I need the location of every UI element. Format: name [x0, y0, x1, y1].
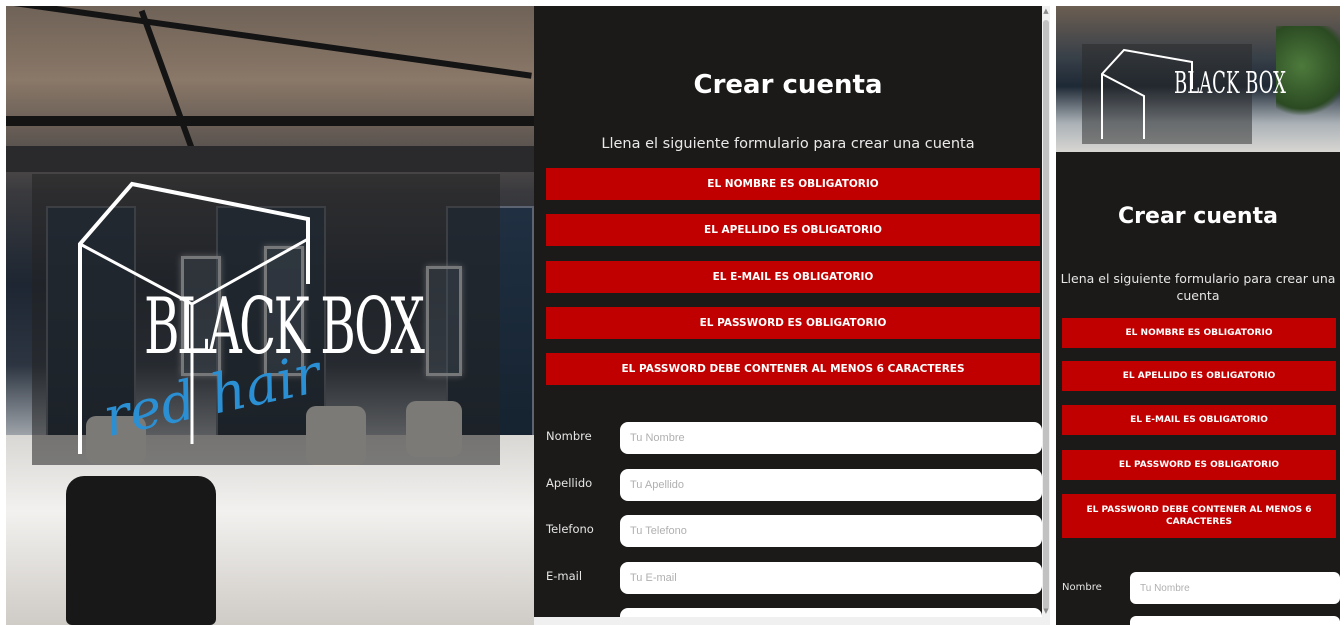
vertical-scrollbar[interactable]: ▲ ▼: [1042, 6, 1050, 625]
error-alert: EL PASSWORD DEBE CONTENER AL MENOS 6 CAR…: [546, 353, 1040, 385]
mobile-nombre-row: Nombre: [1062, 572, 1340, 604]
mobile-hero-image: BLACK BOX: [1056, 6, 1340, 152]
mobile-view: BLACK BOX Crear cuenta Llena el siguient…: [1056, 6, 1340, 625]
nombre-row: Nombre: [546, 422, 1042, 454]
email-label: E-mail: [546, 569, 583, 583]
mobile-error-alert: EL NOMBRE ES OBLIGATORIO: [1062, 318, 1336, 348]
page-title: Crear cuenta: [693, 70, 883, 100]
nombre-input[interactable]: [620, 422, 1042, 454]
mobile-apellido-input[interactable]: [1130, 616, 1340, 625]
error-alert: EL PASSWORD ES OBLIGATORIO: [546, 307, 1040, 339]
telefono-input[interactable]: [620, 515, 1042, 547]
mobile-error-alert: EL APELLIDO ES OBLIGATORIO: [1062, 361, 1336, 391]
barber-chair: [66, 476, 216, 625]
telefono-row: Telefono: [546, 515, 1042, 547]
nombre-label: Nombre: [546, 429, 592, 443]
email-row: E-mail: [546, 562, 1042, 594]
form-subtitle: Llena el siguiente formulario para crear…: [601, 136, 975, 152]
salon-hero-image: BLACK BOX red hair: [6, 6, 534, 625]
error-alert: EL APELLIDO ES OBLIGATORIO: [546, 214, 1040, 246]
signup-form-panel: Crear cuenta Llena el siguiente formular…: [534, 6, 1042, 625]
logo-overlay: BLACK BOX red hair: [32, 174, 500, 465]
scrollbar-thumb[interactable]: [1043, 20, 1049, 610]
apellido-row: Apellido: [546, 469, 1042, 501]
error-alert: EL NOMBRE ES OBLIGATORIO: [546, 168, 1040, 200]
scroll-up-icon[interactable]: ▲: [1042, 6, 1050, 16]
mobile-page-title: Crear cuenta: [1118, 204, 1278, 229]
email-input[interactable]: [620, 562, 1042, 594]
mobile-error-alert: EL E-MAIL ES OBLIGATORIO: [1062, 405, 1336, 435]
telefono-label: Telefono: [546, 522, 594, 536]
mobile-logo-wordmark: BLACK BOX: [1174, 66, 1286, 101]
apellido-label: Apellido: [546, 476, 593, 490]
mobile-next-row: [1062, 616, 1340, 625]
horizontal-scrollbar[interactable]: [534, 617, 1042, 625]
ceiling-beam: [8, 6, 532, 79]
mobile-error-alert: EL PASSWORD ES OBLIGATORIO: [1062, 450, 1336, 480]
ceiling-beam: [6, 116, 534, 126]
ceiling-beam: [138, 9, 200, 163]
mobile-form-subtitle: Llena el siguiente formulario para crear…: [1060, 271, 1336, 303]
mobile-nombre-input[interactable]: [1130, 572, 1340, 604]
error-alert: EL E-MAIL ES OBLIGATORIO: [546, 261, 1040, 293]
desktop-view: BLACK BOX red hair Crear cuenta Llena el…: [6, 6, 1050, 625]
apellido-input[interactable]: [620, 469, 1042, 501]
mobile-error-alert: EL PASSWORD DEBE CONTENER AL MENOS 6 CAR…: [1062, 494, 1336, 538]
scroll-down-icon[interactable]: ▼: [1042, 606, 1050, 616]
duct: [6, 146, 534, 172]
mobile-nombre-label: Nombre: [1062, 582, 1102, 593]
